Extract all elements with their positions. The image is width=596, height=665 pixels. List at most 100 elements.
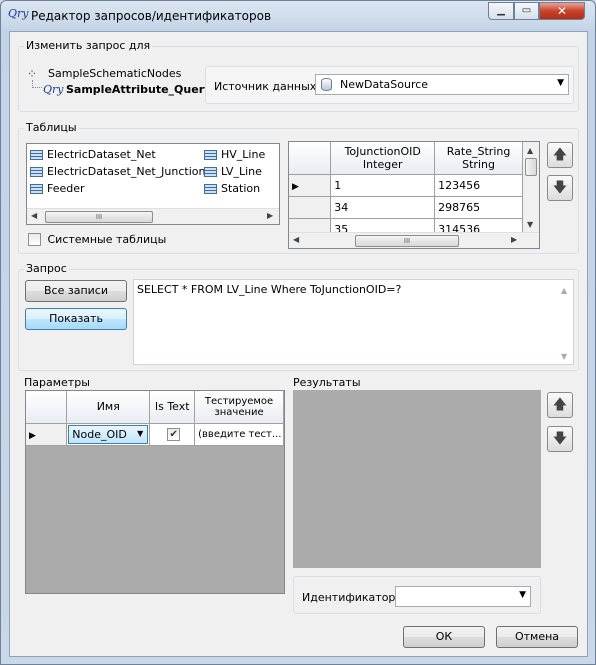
- table-icon: [204, 184, 217, 194]
- table-icon: [30, 150, 43, 160]
- table-cell[interactable]: 298765: [434, 196, 523, 219]
- tree-node-icon: ⁘: [27, 67, 38, 81]
- row-marker-icon: ▶: [29, 430, 36, 441]
- scroll-down-icon[interactable]: ▼: [561, 352, 567, 361]
- list-item-label: Station: [221, 182, 261, 195]
- column-header[interactable]: Is Text: [149, 391, 196, 424]
- dialog-window: Qry Редактор запросов/идентификаторов ▁ …: [0, 0, 596, 665]
- list-item[interactable]: LV_Line: [204, 165, 262, 178]
- table-row[interactable]: 34 298765: [289, 196, 523, 219]
- list-item-label: Feeder: [47, 182, 85, 195]
- chevron-down-icon: ▼: [519, 590, 526, 600]
- scroll-right-icon[interactable]: ▶: [267, 211, 273, 220]
- table-row[interactable]: ▶ Node_OID ▼ ✔ (введите тест...: [26, 423, 284, 446]
- query-app-icon: Qry: [8, 7, 29, 20]
- preview-vscrollbar[interactable]: ▲ ▼: [523, 142, 539, 232]
- preview-hscrollbar[interactable]: ◀ III ▶: [289, 232, 539, 248]
- cancel-button[interactable]: Отмена: [496, 626, 578, 648]
- row-header-corner: [26, 391, 68, 424]
- move-down-button[interactable]: 🡇: [547, 175, 573, 201]
- change-query-label: Изменить запрос для: [24, 39, 153, 52]
- close-button[interactable]: ✕: [539, 2, 585, 20]
- maximize-button[interactable]: ▭: [514, 2, 539, 20]
- scroll-up-icon[interactable]: ▲: [561, 286, 567, 295]
- sql-editor[interactable]: SELECT * FROM LV_Line Where ToJunctionOI…: [133, 279, 574, 365]
- checkbox-box[interactable]: [28, 232, 41, 246]
- results-up-button[interactable]: 🡅: [547, 392, 573, 418]
- column-header[interactable]: ToJunctionOID Integer: [330, 142, 436, 175]
- list-item[interactable]: ElectricDataset_Net_Junctions: [30, 165, 211, 178]
- all-records-button[interactable]: Все записи: [25, 280, 127, 302]
- list-item[interactable]: Station: [204, 182, 260, 195]
- table-icon: [204, 167, 217, 177]
- results-down-button[interactable]: 🡇: [547, 426, 573, 452]
- row-header-corner: [289, 142, 332, 175]
- minimize-button[interactable]: ▁: [488, 2, 514, 20]
- scroll-right-icon[interactable]: ▶: [511, 235, 517, 244]
- row-selector[interactable]: ▶: [26, 423, 68, 446]
- preview-table: ToJunctionOID Integer Rate_String String ▶…: [289, 142, 523, 241]
- table-cell[interactable]: (введите тест...: [194, 423, 284, 446]
- param-name-value: Node_OID: [72, 427, 127, 441]
- column-name: Rate_String: [446, 144, 511, 158]
- column-header[interactable]: Rate_String String: [434, 142, 523, 175]
- column-header[interactable]: Имя: [66, 391, 151, 424]
- list-item-label: ElectricDataset_Net: [47, 148, 156, 161]
- results-area[interactable]: [293, 390, 541, 568]
- row-selector[interactable]: ▶: [289, 174, 332, 197]
- tree-root-node[interactable]: SampleSchematicNodes: [48, 67, 181, 80]
- move-up-button[interactable]: 🡅: [547, 142, 573, 168]
- chevron-down-icon: ▼: [137, 428, 144, 438]
- identifier-combo[interactable]: ▼: [395, 586, 531, 607]
- parameters-header-row: Имя Is Text Тестируемое значение: [26, 391, 284, 424]
- is-text-checkbox[interactable]: ✔: [167, 427, 181, 441]
- scroll-left-icon[interactable]: ◀: [31, 211, 37, 220]
- show-button[interactable]: Показать: [25, 308, 127, 330]
- datasource-value: NewDataSource: [340, 78, 429, 91]
- table-cell[interactable]: 34: [330, 196, 436, 219]
- scroll-up-icon[interactable]: ▲: [527, 146, 533, 155]
- row-selector[interactable]: [289, 196, 332, 219]
- tables-list-scrollbar[interactable]: ◀ III ▶: [27, 208, 279, 224]
- window-title: Редактор запросов/идентификаторов: [31, 9, 272, 23]
- parameters-grid[interactable]: Имя Is Text Тестируемое значение ▶ Node_…: [25, 390, 285, 594]
- table-cell[interactable]: Node_OID ▼: [66, 423, 151, 446]
- list-item[interactable]: Feeder: [30, 182, 85, 195]
- list-item-label: ElectricDataset_Net_Junctions: [47, 165, 212, 178]
- dialog-client: Изменить запрос для ⁘ SampleSchematicNod…: [9, 31, 588, 657]
- column-header[interactable]: Тестируемое значение: [194, 391, 284, 424]
- scroll-left-icon[interactable]: ◀: [293, 235, 299, 244]
- tables-list[interactable]: ElectricDataset_Net ElectricDataset_Net_…: [26, 143, 280, 225]
- list-item[interactable]: ElectricDataset_Net: [30, 148, 156, 161]
- tree-query-node[interactable]: SampleAttribute_Query: [66, 83, 211, 96]
- table-cell[interactable]: 123456: [434, 174, 523, 197]
- list-item[interactable]: HV_Line: [204, 148, 265, 161]
- param-name-combo[interactable]: Node_OID ▼: [68, 424, 149, 444]
- parameters-label: Параметры: [24, 376, 90, 389]
- query-label: Запрос: [24, 262, 69, 275]
- table-row[interactable]: ▶ 1 123456: [289, 174, 523, 197]
- scroll-down-icon[interactable]: ▼: [527, 220, 533, 229]
- datasource-label: Источник данных:: [214, 80, 321, 93]
- arrow-down-icon: 🡇: [552, 431, 568, 447]
- query-node-icon: Qry: [43, 83, 64, 96]
- row-marker-icon: ▶: [292, 181, 299, 192]
- identifier-label: Идентификатор:: [302, 591, 400, 604]
- scroll-thumb[interactable]: [525, 158, 537, 176]
- title-bar[interactable]: Qry Редактор запросов/идентификаторов ▁ …: [1, 1, 595, 29]
- parameters-table: Имя Is Text Тестируемое значение ▶ Node_…: [26, 391, 284, 446]
- table-cell[interactable]: 1: [330, 174, 436, 197]
- arrow-down-icon: 🡇: [552, 180, 568, 196]
- tables-label: Таблицы: [24, 121, 79, 134]
- datasource-combo[interactable]: NewDataSource ▼: [315, 74, 569, 95]
- scroll-thumb[interactable]: III: [355, 235, 459, 247]
- ok-button[interactable]: ОК: [403, 626, 485, 648]
- table-cell[interactable]: ✔: [149, 423, 196, 446]
- arrow-up-icon: 🡅: [552, 147, 568, 163]
- results-label: Результаты: [293, 376, 361, 389]
- sql-text[interactable]: SELECT * FROM LV_Line Where ToJunctionOI…: [137, 283, 401, 296]
- preview-header-row: ToJunctionOID Integer Rate_String String: [289, 142, 523, 175]
- scroll-thumb[interactable]: III: [45, 211, 153, 223]
- system-tables-checkbox[interactable]: Системные таблицы: [28, 232, 166, 246]
- table-preview-grid[interactable]: ToJunctionOID Integer Rate_String String ▶…: [288, 141, 540, 249]
